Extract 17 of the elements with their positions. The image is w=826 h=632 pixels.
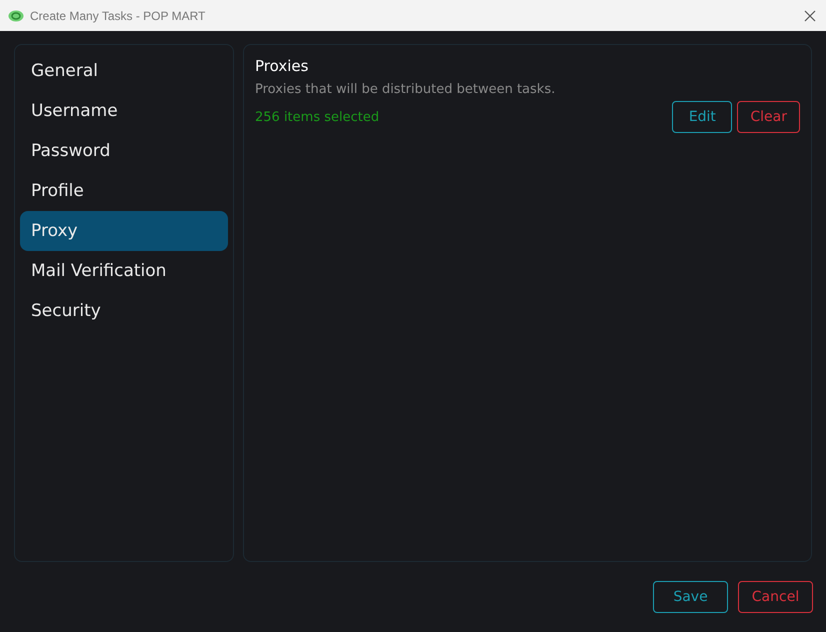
sidebar-item[interactable]: Mail Verification xyxy=(20,251,228,291)
sidebar-item[interactable]: Profile xyxy=(20,171,228,211)
cancel-button[interactable]: Cancel xyxy=(738,581,813,613)
window-title: Create Many Tasks - POP MART xyxy=(30,8,206,22)
sidebar-item[interactable]: Security xyxy=(20,291,228,331)
selection-status: 256 items selected xyxy=(255,110,380,124)
close-button[interactable] xyxy=(802,8,818,24)
sidebar-item[interactable]: Username xyxy=(20,91,228,131)
section-title: Proxies xyxy=(255,57,310,75)
sidebar-item[interactable]: Proxy xyxy=(20,211,228,251)
sidebar-item[interactable]: General xyxy=(20,51,228,91)
edit-button[interactable]: Edit xyxy=(672,101,732,133)
sidebar-item[interactable]: Password xyxy=(20,131,228,171)
app-logo-icon xyxy=(8,10,24,22)
save-button[interactable]: Save xyxy=(653,581,728,613)
clear-button[interactable]: Clear xyxy=(737,101,800,133)
section-description: Proxies that will be distributed between tasks. xyxy=(255,82,556,97)
